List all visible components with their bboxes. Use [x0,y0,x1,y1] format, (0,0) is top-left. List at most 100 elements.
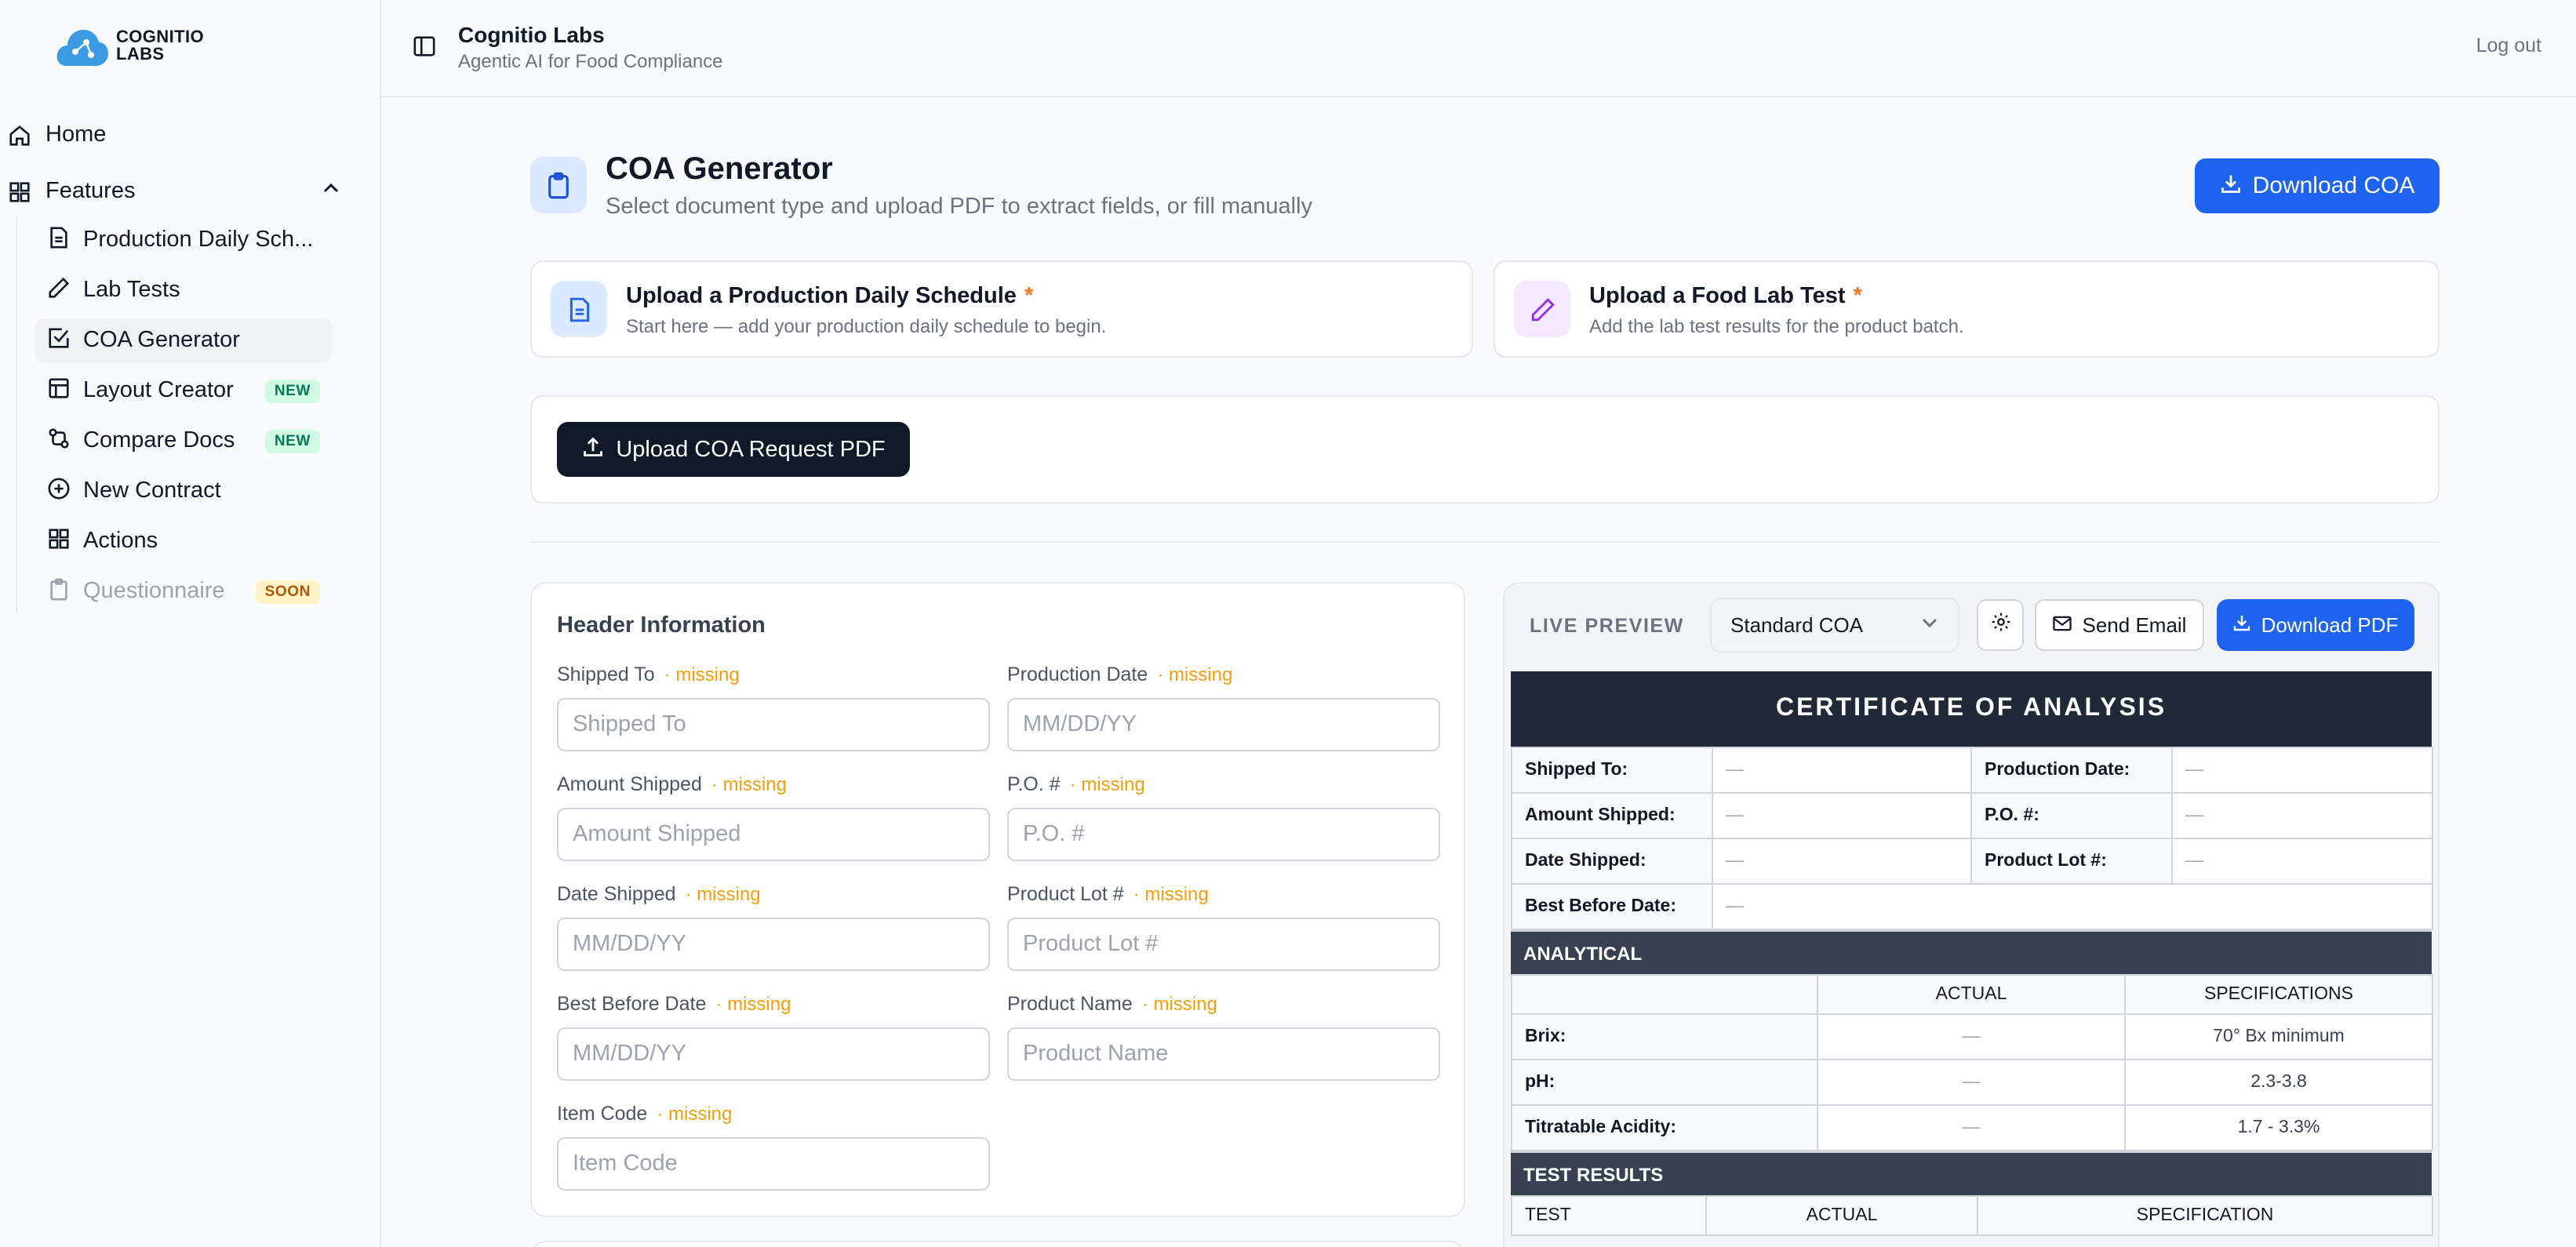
table-cell: Product Lot #: [1970,838,2173,885]
sidebar-toggle-icon[interactable] [413,35,436,66]
field-label-text: Date Shipped [557,882,676,904]
field-label-text: P.O. # [1007,773,1061,794]
logo-line-1: COGNITIO [116,28,204,47]
table-cell: — [1817,1104,2126,1151]
table-row: Amount Shipped: — P.O. #: — [1511,792,2433,839]
layout-icon [47,376,71,405]
table-cell: P.O. #: [1970,792,2173,839]
logo-text: COGNITIO LABS [116,28,204,64]
best-before-date-field: Best Before Date · missing MM/DD/YY [557,990,990,1081]
download-icon [2233,613,2252,637]
home-icon [6,122,31,147]
template-select[interactable]: Standard COA [1710,598,1959,653]
field-label: Item Code · missing [557,1100,990,1126]
missing-flag: · missing [685,882,761,904]
table-cell: — [1712,747,1972,794]
po-number-input[interactable]: P.O. # [1007,808,1440,861]
features-left: Features [6,179,135,204]
analytical-table: ACTUAL SPECIFICATIONS Brix: — 70° Bx min… [1511,974,2433,1151]
sidebar-item-coa-generator[interactable]: COA Generator [35,318,333,362]
upload-card-title: Upload a Production Daily Schedule * [626,284,1033,309]
section-title: Header Information [557,613,766,638]
sidebar-item-actions[interactable]: Actions [35,519,333,563]
amount-shipped-input[interactable]: Amount Shipped [557,808,990,861]
chevron-up-icon[interactable] [322,179,340,204]
date-shipped-input[interactable]: MM/DD/YY [557,918,990,971]
upload-production-schedule-card[interactable]: Upload a Production Daily Schedule * Star… [530,260,1473,358]
upload-card-title: Upload a Food Lab Test * [1589,284,1862,309]
sidebar-item-label: Compare Docs [83,428,235,453]
sidebar-item-compare-docs[interactable]: Compare Docs NEW [35,419,333,463]
coa-header-table: Shipped To: — Production Date: — Amount … [1511,747,2433,930]
table-cell: Amount Shipped: [1511,792,1713,839]
checkbox-icon [47,325,71,355]
table-cell: pH: [1511,1059,1818,1106]
upload-coa-request-button[interactable]: Upload COA Request PDF [557,422,910,477]
sidebar-item-features[interactable]: Features [0,166,381,216]
sidebar-item-new-contract[interactable]: New Contract [35,469,333,513]
amount-shipped-field: Amount Shipped · missing Amount Shipped [557,770,990,861]
table-cell: Production Date: [1970,747,2173,794]
field-label: Product Name · missing [1007,990,1440,1016]
field-label-text: Production Date [1007,663,1148,685]
missing-flag: · missing [664,663,740,685]
field-label-text: Shipped To [557,663,655,685]
template-select-value: Standard COA [1730,613,1864,637]
settings-button[interactable] [1977,599,2024,651]
table-cell: 70° Bx minimum [2124,1013,2433,1060]
table-header-cell: SPECIFICATIONS [2124,974,2433,1015]
table-row: pH: — 2.3-3.8 [1511,1059,2433,1106]
shipped-to-input[interactable]: Shipped To [557,698,990,751]
sidebar-item-questionnaire: Questionnaire SOON [35,569,333,613]
best-before-date-input[interactable]: MM/DD/YY [557,1027,990,1081]
table-cell: — [1817,1013,2126,1060]
upload-card-subtitle: Start here — add your production daily s… [626,315,1107,337]
missing-flag: · missing [657,1102,733,1124]
logo[interactable]: COGNITIO LABS [53,25,204,69]
sidebar-item-home[interactable]: Home [0,110,381,160]
sidebar-item-label: Questionnaire [83,579,225,604]
upload-icon [581,435,603,464]
date-shipped-field: Date Shipped · missing MM/DD/YY [557,880,990,971]
table-cell: — [1817,1059,2126,1106]
soon-badge: SOON [255,580,320,603]
sidebar-item-layout-creator[interactable]: Layout Creator NEW [35,369,333,413]
send-email-button[interactable]: Send Email [2035,599,2204,651]
required-marker: * [1853,284,1862,309]
features-subnav: Production Daily Sch... Lab Tests COA Ge… [16,218,381,613]
po-number-field: P.O. # · missing P.O. # [1007,770,1440,861]
table-cell: Best Before Date: [1511,883,1713,930]
download-coa-label: Download COA [2252,173,2415,199]
table-cell: Date Shipped: [1511,838,1713,885]
app-subtitle: Agentic AI for Food Compliance [458,50,723,72]
production-date-input[interactable]: MM/DD/YY [1007,698,1440,751]
new-badge: NEW [264,429,320,453]
analytical-section-title: ANALYTICAL [1511,930,2432,974]
sidebar-item-label: New Contract [83,478,221,504]
product-name-input[interactable]: Product Name [1007,1027,1440,1081]
product-lot-input[interactable]: Product Lot # [1007,918,1440,971]
logout-link[interactable]: Log out [2476,35,2541,56]
sidebar-item-lab-tests[interactable]: Lab Tests [35,268,333,312]
field-label: Amount Shipped · missing [557,770,990,797]
field-label: Shipped To · missing [557,660,990,687]
table-row: Titratable Acidity: — 1.7 - 3.3% [1511,1104,2433,1151]
table-header-cell: ACTUAL [1705,1195,1978,1236]
download-coa-button[interactable]: Download COA [2195,158,2440,213]
table-header-cell [1511,974,1818,1015]
logo-line-2: LABS [116,45,165,64]
page-title: COA Generator [606,152,833,187]
download-icon [2220,172,2242,200]
product-lot-field: Product Lot # · missing Product Lot # [1007,880,1440,971]
pen-icon [1514,281,1570,337]
clipboard-icon [47,576,71,606]
item-code-input[interactable]: Item Code [557,1137,990,1191]
page-subtitle: Select document type and upload PDF to e… [606,195,1313,220]
download-pdf-button[interactable]: Download PDF [2217,599,2414,651]
preview-toolbar: LIVE PREVIEW Standard COA Send Email Dow… [1504,584,2438,671]
upload-food-lab-test-card[interactable]: Upload a Food Lab Test * Add the lab test… [1494,260,2440,358]
header-information-card: Header Information Shipped To · missing S… [530,582,1465,1217]
sidebar-item-production-daily-schedule[interactable]: Production Daily Sch... [35,218,333,262]
gear-icon [1990,611,2010,639]
missing-flag: · missing [1157,663,1233,685]
